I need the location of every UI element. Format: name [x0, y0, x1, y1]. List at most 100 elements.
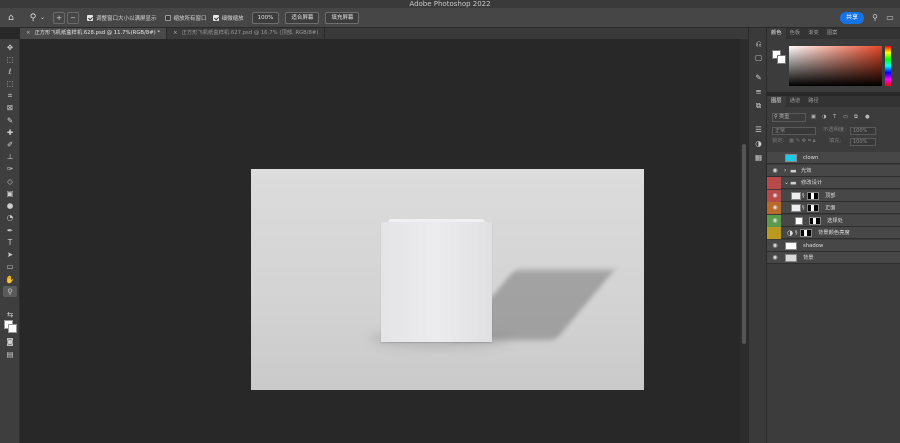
tab-document-628[interactable]: × 正方形飞机纸盒样机.628.psd @ 11.7%(RGB/8#) *	[20, 28, 168, 39]
visibility-eye-icon[interactable]	[768, 227, 782, 239]
history-brush-icon[interactable]: ✑	[3, 163, 17, 174]
libraries-icon[interactable]: ⧉	[752, 100, 765, 112]
history-icon[interactable]: ⎌	[752, 38, 765, 50]
filter-type-icon[interactable]: T	[833, 112, 836, 123]
resize-windows-checkbox[interactable]	[87, 14, 94, 21]
properties-icon[interactable]: ☰	[752, 124, 765, 136]
layer-mask-thumbnail[interactable]	[807, 204, 819, 212]
zoom-out-icon[interactable]: −	[67, 11, 80, 24]
tab-document-627[interactable]: × 正方形飞机纸盒样机.627.psd @ 16.7% (顶部, RGB/8#)	[167, 28, 326, 39]
screen-mode-icon[interactable]: ▤	[3, 349, 17, 360]
stamp-icon[interactable]: ⊥	[3, 151, 17, 162]
filter-adjustment-icon[interactable]: ◑	[822, 112, 827, 123]
zoom-tool-preset-icon[interactable]: ⚲	[26, 11, 40, 25]
filter-toggle-icon[interactable]: ●	[865, 112, 870, 123]
group-expand-icon[interactable]: ⌄	[784, 177, 789, 189]
layer-mask-thumbnail[interactable]	[809, 216, 821, 225]
visibility-eye-icon[interactable]: ◉	[768, 215, 782, 227]
layer-row[interactable]: ◉ 背景	[767, 252, 900, 264]
opacity-field[interactable]: 100%	[850, 127, 876, 135]
layer-row[interactable]: ◉ § 顶部	[767, 189, 900, 202]
scrubby-zoom-checkbox[interactable]	[212, 14, 219, 21]
resize-windows-option[interactable]: 调整窗口大小以满屏显示	[87, 11, 157, 25]
filter-kind-dropdown[interactable]: ⚲ 类型	[772, 113, 806, 122]
dodge-icon[interactable]: ◔	[3, 212, 17, 223]
background-swatch[interactable]	[777, 55, 786, 64]
tab-channels[interactable]: 通道	[786, 96, 805, 107]
link-icon[interactable]: §	[802, 202, 805, 214]
tab-patterns[interactable]: 图案	[823, 28, 842, 39]
visibility-eye-icon[interactable]: ◉	[768, 240, 782, 252]
color-field[interactable]	[789, 46, 882, 86]
layer-row[interactable]: ◑ § 背景颜色亮度	[767, 227, 900, 239]
brush-icon[interactable]: ✐	[3, 139, 17, 150]
eyedropper-icon[interactable]: ✎	[3, 115, 17, 126]
zoom-in-icon[interactable]: +	[53, 11, 66, 24]
layer-mask-thumbnail[interactable]	[807, 191, 819, 200]
vertical-scrollbar[interactable]	[740, 39, 748, 443]
path-select-icon[interactable]: ➤	[3, 249, 17, 260]
tab-paths[interactable]: 路径	[804, 96, 823, 107]
paragraph-icon[interactable]: ▦	[752, 152, 765, 164]
adjustments-icon[interactable]: ≡	[752, 86, 765, 98]
tab-color[interactable]: 颜色	[767, 28, 786, 39]
comments-icon[interactable]: ▢	[752, 52, 765, 64]
hand-icon[interactable]: ✋	[3, 274, 17, 285]
visibility-eye-icon[interactable]: ◉	[768, 202, 782, 214]
scrubby-zoom-option[interactable]: 细微缩放	[212, 11, 244, 25]
filter-smart-object-icon[interactable]: ⧉	[854, 112, 858, 123]
share-button[interactable]: 共享	[840, 12, 864, 24]
visibility-eye-icon[interactable]: ◉	[768, 165, 782, 177]
zoom-value-field[interactable]: 100%	[251, 11, 280, 24]
layer-row[interactable]: ◉ § 正面	[767, 202, 900, 214]
layer-row[interactable]: ⌄ ▬ 修改设计	[767, 177, 900, 189]
visibility-eye-icon[interactable]: ◉	[768, 190, 782, 202]
fit-screen-button[interactable]: 适合屏幕	[285, 11, 320, 24]
marquee-icon[interactable]: ⬚	[3, 54, 17, 65]
object-select-icon[interactable]: ⬚	[3, 78, 17, 89]
layer-row[interactable]: ◉ › ▬ 光效	[767, 164, 900, 177]
lock-icon[interactable]: ▦ ✎ ✥ ⌗ 🔒︎	[789, 136, 815, 147]
layer-mask-thumbnail[interactable]	[800, 229, 812, 237]
visibility-eye-icon[interactable]: ◉	[768, 252, 782, 264]
type-icon[interactable]: T	[3, 237, 17, 248]
quick-mask-icon[interactable]: ◙	[3, 336, 17, 347]
link-icon[interactable]: §	[802, 190, 805, 202]
tab-layers[interactable]: 图层	[767, 96, 786, 107]
gradient-icon[interactable]: ▣	[3, 188, 17, 199]
layer-row[interactable]: clown	[767, 152, 900, 164]
link-icon[interactable]: §	[795, 227, 798, 239]
shape-icon[interactable]: ▭	[3, 261, 17, 272]
zoom-all-checkbox[interactable]	[164, 14, 171, 21]
filter-pixel-icon[interactable]: ▣	[811, 112, 816, 123]
pen-icon[interactable]: ✒	[3, 225, 17, 236]
tab-swatches[interactable]: 色板	[786, 28, 805, 39]
fill-field[interactable]: 100%	[850, 138, 876, 146]
tab-gradients[interactable]: 渐变	[804, 28, 823, 39]
move-icon[interactable]: ✥	[3, 42, 17, 53]
workspace-icon[interactable]: ▭	[884, 12, 896, 24]
visibility-eye-icon[interactable]	[768, 177, 782, 189]
layer-row[interactable]: ◉ 选择处	[767, 214, 900, 227]
frame-icon[interactable]: ⊠	[3, 102, 17, 113]
scrollbar-thumb[interactable]	[742, 144, 746, 344]
lasso-icon[interactable]: ℓ	[3, 66, 17, 77]
zoom-icon[interactable]: ⚲	[3, 286, 17, 297]
blend-mode-dropdown[interactable]: 正常	[772, 127, 816, 135]
zoom-all-option[interactable]: 缩放所有窗口	[164, 11, 207, 25]
swap-colors-icon[interactable]: ⇆	[3, 309, 17, 320]
close-icon[interactable]: ×	[26, 30, 30, 36]
layer-row[interactable]: ◉ shadow	[767, 239, 900, 252]
hue-slider[interactable]	[885, 46, 891, 86]
filter-shape-icon[interactable]: ▭	[843, 112, 848, 123]
search-icon[interactable]: ⚲	[869, 12, 881, 24]
background-color-swatch[interactable]	[8, 324, 17, 333]
healing-icon[interactable]: ✚	[3, 127, 17, 138]
visibility-eye-icon[interactable]	[768, 152, 782, 164]
group-expand-icon[interactable]: ›	[784, 165, 786, 177]
close-icon[interactable]: ×	[173, 30, 177, 36]
home-icon[interactable]: ⌂	[4, 11, 18, 25]
eraser-icon[interactable]: ◇	[3, 176, 17, 187]
brush-settings-icon[interactable]: ✎	[752, 72, 765, 84]
fill-screen-button[interactable]: 填充屏幕	[325, 11, 360, 24]
